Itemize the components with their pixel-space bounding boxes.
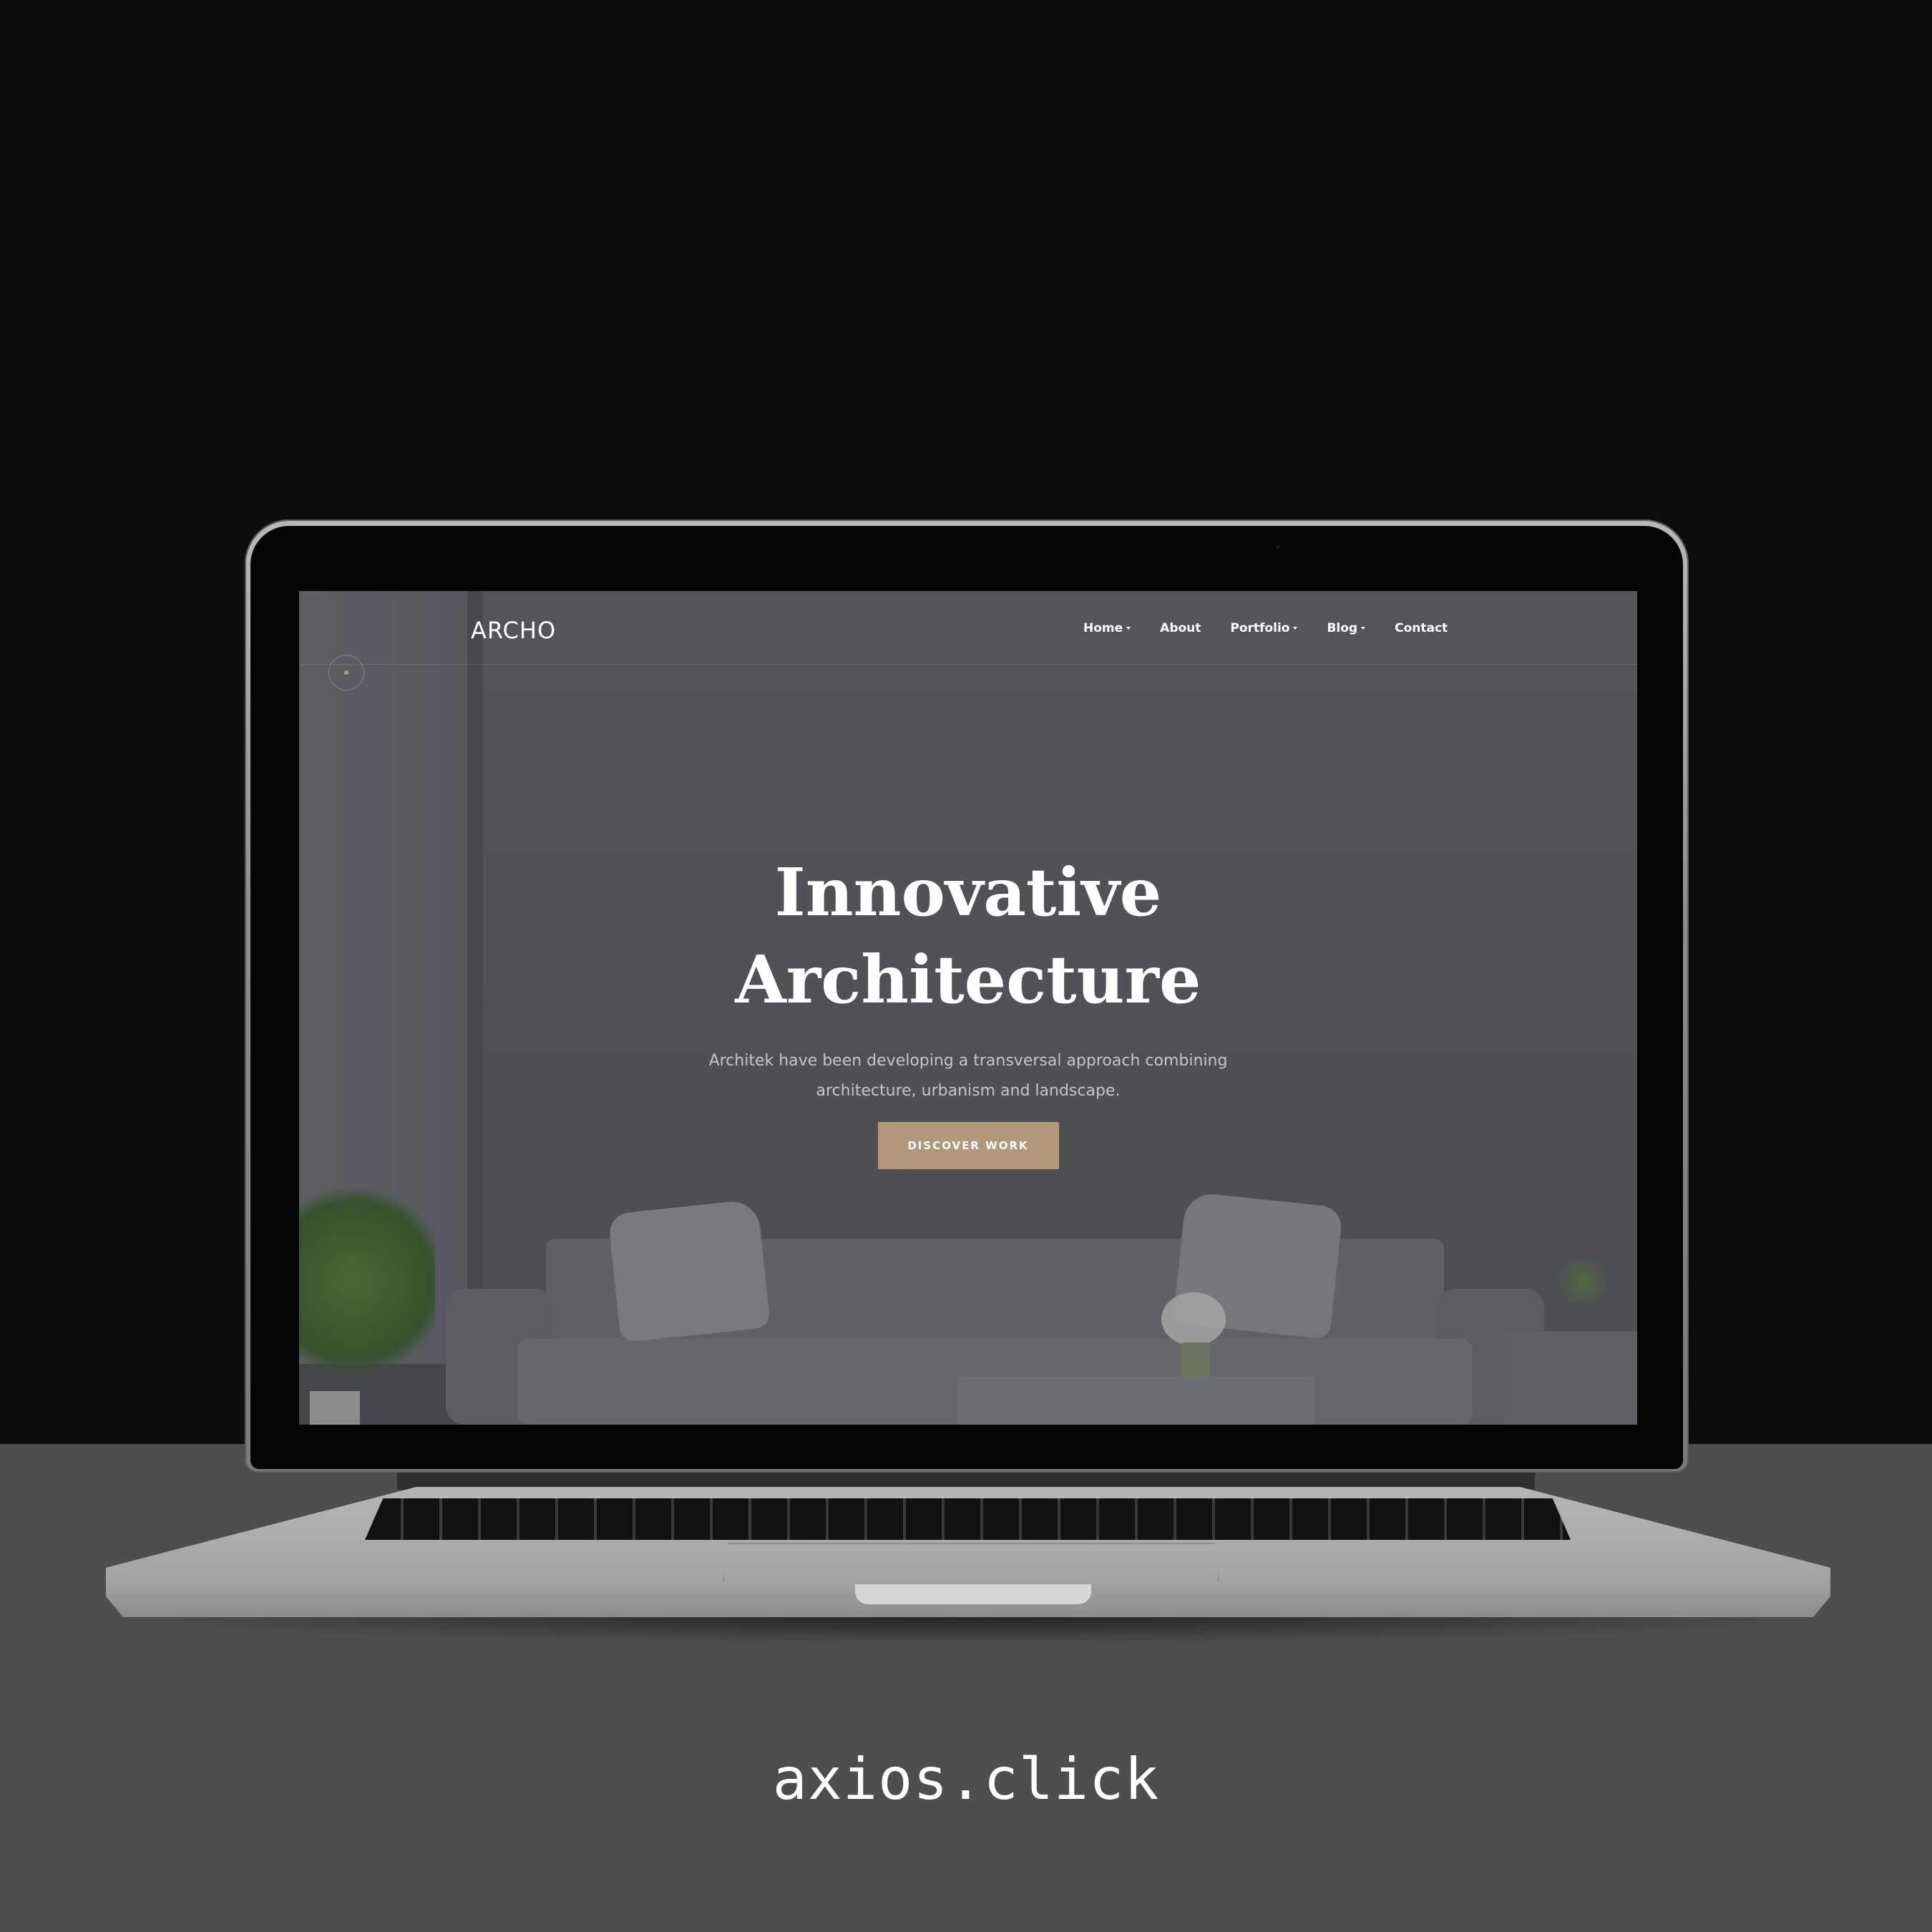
site-logo[interactable]: ARCHO xyxy=(471,617,556,644)
hero-subtitle: Architek have been developing a transver… xyxy=(708,1052,1228,1100)
trackpad xyxy=(723,1543,1219,1581)
nav-item-contact[interactable]: Contact xyxy=(1395,621,1448,635)
caret-down-icon xyxy=(1361,627,1366,630)
camera-icon xyxy=(1276,545,1280,550)
site-header: ARCHO Home About Portfolio Blog Contact xyxy=(299,591,1637,665)
hero-section: Innovative Architecture Architek have be… xyxy=(299,849,1637,1169)
caption-text: axios.click xyxy=(772,1746,1160,1813)
caret-down-icon xyxy=(1126,627,1131,630)
nav-item-about[interactable]: About xyxy=(1160,621,1201,635)
discover-work-button[interactable]: DISCOVER WORK xyxy=(877,1122,1059,1169)
nav-item-portfolio[interactable]: Portfolio xyxy=(1230,621,1298,635)
keyboard xyxy=(365,1498,1571,1540)
nav-item-blog[interactable]: Blog xyxy=(1327,621,1366,635)
nav-item-home[interactable]: Home xyxy=(1083,621,1131,635)
hero-title: Innovative Architecture xyxy=(735,854,1201,1018)
laptop-screen: ARCHO Home About Portfolio Blog Contact xyxy=(299,591,1637,1425)
caret-down-icon xyxy=(1293,627,1298,630)
main-nav: Home About Portfolio Blog Contact xyxy=(1083,621,1448,635)
circle-cursor-icon xyxy=(328,655,364,691)
lid-notch xyxy=(855,1584,1091,1604)
